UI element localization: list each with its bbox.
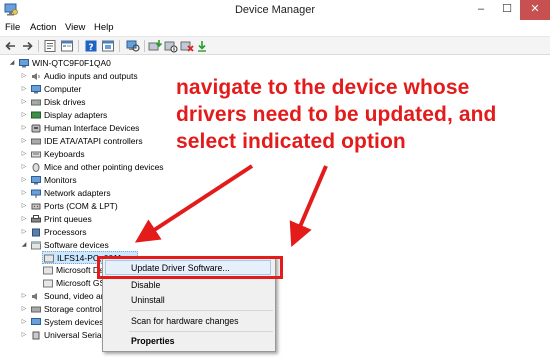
menu-help[interactable]: Help	[94, 21, 114, 35]
menu-bar: File Action View Help	[0, 20, 550, 36]
expand-icon[interactable]: ▷	[20, 290, 28, 302]
forward-icon[interactable]	[20, 39, 34, 53]
collapse-icon[interactable]: ◢	[20, 239, 28, 251]
expand-icon[interactable]: ▷	[20, 226, 28, 238]
menu-view[interactable]: View	[65, 21, 85, 35]
annotation-line-2: drivers need to be updated, and	[176, 103, 497, 126]
view-icon[interactable]	[60, 39, 74, 53]
tree-item-label: Sound, video and	[44, 291, 111, 301]
printer-icon	[31, 215, 41, 223]
expand-icon[interactable]: ▷	[20, 96, 28, 108]
tree-item-label: Ports (COM & LPT)	[44, 201, 118, 211]
close-button[interactable]: ✕	[520, 0, 550, 20]
collapse-icon[interactable]: ◢	[8, 57, 16, 69]
ide-icon	[31, 138, 41, 145]
scan-icon[interactable]	[126, 39, 140, 53]
software-device-icon	[43, 266, 53, 275]
keyboard-icon	[31, 151, 41, 158]
menu-item-disable[interactable]: Disable	[131, 278, 160, 292]
tree-item-label: Storage controlle	[44, 304, 109, 314]
tree-item-label: Software devices	[44, 240, 109, 250]
tree-item-label: IDE ATA/ATAPI controllers	[44, 136, 143, 146]
expand-icon[interactable]: ▷	[20, 148, 28, 160]
expand-icon[interactable]: ▷	[20, 70, 28, 82]
expand-icon[interactable]: ▷	[20, 303, 28, 315]
tree-item-label: Print queues	[44, 214, 92, 224]
tree-item-label: Disk drives	[44, 97, 86, 107]
annotation-text: navigate to the device whose drivers nee…	[176, 74, 546, 155]
tree-item-label: Network adapters	[44, 188, 111, 198]
speaker-icon	[32, 73, 40, 80]
menu-separator	[129, 310, 273, 311]
highlight-box	[97, 256, 283, 279]
menu-action[interactable]: Action	[30, 21, 56, 35]
expand-icon[interactable]: ▷	[20, 329, 28, 341]
update-driver-icon[interactable]	[148, 39, 162, 53]
speaker-icon	[32, 293, 37, 300]
tree-item-label: Human Interface Devices	[44, 123, 140, 133]
devices-icon[interactable]	[101, 39, 115, 53]
expand-icon[interactable]: ▷	[20, 316, 28, 328]
tree-item-label: Mice and other pointing devices	[44, 162, 164, 172]
annotation-line-3: select indicated option	[176, 130, 406, 153]
processor-icon	[32, 228, 40, 237]
minimize-button[interactable]: –	[468, 0, 494, 20]
hid-icon	[31, 124, 41, 133]
system-device-icon	[31, 318, 41, 325]
properties-icon[interactable]	[43, 39, 57, 53]
computer-icon	[31, 85, 41, 94]
menu-item-scan[interactable]: Scan for hardware changes	[131, 314, 239, 328]
tree-item-label: Keyboards	[44, 149, 85, 159]
software-device-icon	[44, 254, 54, 263]
expand-icon[interactable]: ▷	[20, 200, 28, 212]
toolbar-separator	[78, 40, 79, 52]
monitor-icon	[31, 176, 41, 185]
disable-device-icon[interactable]	[164, 39, 178, 53]
expand-icon[interactable]: ▷	[20, 109, 28, 121]
expand-icon[interactable]: ▷	[20, 83, 28, 95]
display-adapter-icon	[31, 111, 41, 119]
toolbar-separator	[144, 40, 145, 52]
expand-icon[interactable]: ▷	[20, 122, 28, 134]
storage-icon	[31, 306, 41, 313]
menu-file[interactable]: File	[5, 21, 20, 35]
expand-icon[interactable]: ▷	[20, 161, 28, 173]
toolbar: ?	[0, 36, 550, 55]
help-icon[interactable]: ?	[84, 39, 98, 53]
tree-root-label: WIN-QTC9F0F1QA0	[32, 58, 111, 68]
annotation-line-1: navigate to the device whose	[176, 76, 470, 99]
port-icon	[31, 203, 41, 210]
menu-item-uninstall[interactable]: Uninstall	[131, 293, 165, 307]
tree-item-label: System devices	[44, 317, 104, 327]
expand-icon[interactable]: ▷	[20, 187, 28, 199]
expand-icon[interactable]: ▷	[20, 213, 28, 225]
disk-icon	[31, 99, 41, 106]
uninstall-icon[interactable]	[180, 39, 194, 53]
expand-icon[interactable]: ▷	[20, 174, 28, 186]
tree-item-label: Processors	[44, 227, 87, 237]
expand-icon[interactable]: ▷	[20, 135, 28, 147]
maximize-button[interactable]: ☐	[494, 0, 520, 20]
network-icon	[31, 189, 41, 198]
toolbar-separator	[38, 40, 39, 52]
software-device-icon	[31, 241, 41, 250]
menu-item-properties[interactable]: Properties	[131, 334, 175, 348]
back-icon[interactable]	[4, 39, 18, 53]
computer-icon	[19, 59, 29, 68]
mouse-icon	[32, 163, 40, 172]
toolbar-separator	[119, 40, 120, 52]
menu-separator	[129, 331, 273, 332]
software-device-icon	[43, 279, 53, 288]
download-icon[interactable]	[195, 39, 209, 53]
title-bar: Device Manager – ☐ ✕	[0, 0, 550, 20]
tree-item-label: Monitors	[44, 175, 77, 185]
tree-item-label: Audio inputs and outputs	[44, 71, 138, 81]
svg-text:?: ?	[88, 43, 93, 53]
tree-item-label: Display adapters	[44, 110, 108, 120]
tree-item-label: Computer	[44, 84, 82, 94]
usb-icon	[32, 331, 40, 340]
